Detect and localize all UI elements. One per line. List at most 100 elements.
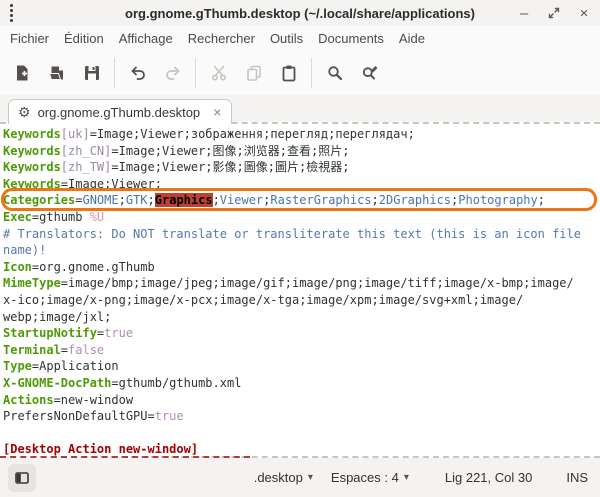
cut-button[interactable] <box>201 56 236 90</box>
code-token: Keywords <box>3 160 61 174</box>
code-token: ; <box>372 193 379 207</box>
code-token: Terminal <box>3 343 61 357</box>
gedit-window: org.gnome.gThumb.desktop (~/.local/share… <box>0 0 600 497</box>
code-token: GTK <box>126 193 148 207</box>
code-token: = <box>61 343 68 357</box>
code-token: ; <box>213 193 220 207</box>
toolbar-separator <box>114 58 115 88</box>
code-token: name)! <box>3 243 46 257</box>
code-token: =gthumb/gthumb.xml <box>111 376 241 390</box>
cursor-position: Lig 221, Col 30 <box>445 470 532 485</box>
code-token: [Desktop Action new-window] <box>3 442 198 456</box>
cut-icon <box>210 64 228 82</box>
tab-width-label: Espaces : 4 <box>331 470 399 485</box>
code-line: name)! <box>3 242 600 259</box>
code-token: =org.gnome.gThumb <box>32 260 155 274</box>
toolbar-separator <box>311 58 312 88</box>
desktop-file-icon: ⚙ <box>18 105 31 119</box>
save-icon <box>83 64 101 82</box>
code-line: Categories=GNOME;GTK;Graphics;Viewer;Ras… <box>3 192 600 209</box>
code-line: Keywords[zh_TW]=Image;Viewer;影像;圖像;圖片;檢視… <box>3 159 600 176</box>
code-token: =Image;Viewer;影像;圖像;圖片;檢視器; <box>111 160 349 174</box>
code-line: # Translators: Do NOT translate or trans… <box>3 226 600 243</box>
code-token: StartupNotify <box>3 326 97 340</box>
redo-button[interactable] <box>155 56 190 90</box>
code-token: [zh_TW] <box>61 160 112 174</box>
side-panel-toggle-button[interactable] <box>8 464 36 492</box>
code-token: Actions <box>3 393 54 407</box>
menu-outils[interactable]: Outils <box>270 31 303 46</box>
open-document-button[interactable] <box>39 56 74 90</box>
restore-button[interactable] <box>546 5 562 21</box>
code-token: =Application <box>32 359 119 373</box>
code-token: false <box>68 343 104 357</box>
code-line: PrefersNonDefaultGPU=true <box>3 408 600 425</box>
find-button[interactable] <box>317 56 352 90</box>
code-line: Keywords=Image;Viewer; <box>3 176 600 193</box>
menu-aide[interactable]: Aide <box>399 31 425 46</box>
code-token: Exec <box>3 210 32 224</box>
new-document-button[interactable] <box>4 56 39 90</box>
code-token: =image/bmp;image/jpeg;image/gif;image/pn… <box>61 276 574 290</box>
chevron-down-icon: ▾ <box>404 472 409 483</box>
close-button[interactable]: × <box>576 5 592 21</box>
code-line: StartupNotify=true <box>3 325 600 342</box>
minimize-button[interactable]: – <box>516 5 532 21</box>
code-token: GNOME <box>82 193 118 207</box>
code-token: %U <box>90 210 104 224</box>
tab-width-selector[interactable]: Espaces : 4 ▾ <box>331 470 409 485</box>
code-line: X-GNOME-DocPath=gthumb/gthumb.xml <box>3 375 600 392</box>
copy-icon <box>245 64 263 82</box>
paste-button[interactable] <box>271 56 306 90</box>
code-token: 2DGraphics <box>379 193 451 207</box>
chevron-down-icon: ▾ <box>308 472 313 483</box>
code-line: Actions=new-window <box>3 392 600 409</box>
tab-close-icon[interactable]: × <box>213 105 221 119</box>
tabbar: ⚙ org.gnome.gThumb.desktop × <box>0 95 600 122</box>
undo-icon <box>129 64 147 82</box>
menu-affichage[interactable]: Affichage <box>119 31 173 46</box>
menu-documents[interactable]: Documents <box>318 31 384 46</box>
open-document-icon <box>48 64 66 82</box>
code-token: Keywords <box>3 127 61 141</box>
new-document-icon <box>13 64 31 82</box>
code-token: webp;image/jxl; <box>3 310 111 324</box>
code-token: true <box>155 409 184 423</box>
code-token: [uk] <box>61 127 90 141</box>
tab-label: org.gnome.gThumb.desktop <box>38 105 201 120</box>
tab-org-gnome-gthumb-desktop[interactable]: ⚙ org.gnome.gThumb.desktop × <box>8 99 232 124</box>
text-editor[interactable]: Keywords[uk]=Image;Viewer;зображення;пер… <box>0 122 600 458</box>
filetype-selector[interactable]: .desktop ▾ <box>254 470 313 485</box>
code-token: Icon <box>3 260 32 274</box>
code-line: Type=Application <box>3 358 600 375</box>
copy-button[interactable] <box>236 56 271 90</box>
undo-button[interactable] <box>120 56 155 90</box>
toolbar <box>0 51 600 95</box>
code-token: x-ico;image/x-png;image/x-pcx;image/x-tg… <box>3 293 523 307</box>
code-token: =new-window <box>54 393 133 407</box>
code-token: Keywords <box>3 177 61 191</box>
search-match-highlight: Graphics <box>155 193 213 207</box>
code-line <box>3 425 600 442</box>
code-line: MimeType=image/bmp;image/jpeg;image/gif;… <box>3 275 600 292</box>
code-token: PrefersNonDefaultGPU= <box>3 409 155 423</box>
titlebar: org.gnome.gThumb.desktop (~/.local/share… <box>0 0 600 26</box>
code-line: Exec=gthumb %U <box>3 209 600 226</box>
code-token: Categories <box>3 193 75 207</box>
insert-mode-indicator[interactable]: INS <box>566 470 588 485</box>
menu-fichier[interactable]: Fichier <box>10 31 49 46</box>
code-line: Icon=org.gnome.gThumb <box>3 259 600 276</box>
menu-rechercher[interactable]: Rechercher <box>188 31 255 46</box>
crop-tear-line <box>0 456 600 458</box>
save-document-button[interactable] <box>74 56 109 90</box>
window-menu-icon[interactable] <box>10 4 26 22</box>
code-token: ; <box>538 193 545 207</box>
code-line: Keywords[uk]=Image;Viewer;зображення;пер… <box>3 126 600 143</box>
code-token: # Translators: Do NOT translate or trans… <box>3 227 581 241</box>
restore-icon <box>547 6 561 20</box>
menu-édition[interactable]: Édition <box>64 31 104 46</box>
window-title: org.gnome.gThumb.desktop (~/.local/share… <box>0 6 600 21</box>
code-line: x-ico;image/x-png;image/x-pcx;image/x-tg… <box>3 292 600 309</box>
find-and-replace-button[interactable] <box>352 56 387 90</box>
side-panel-icon <box>14 470 30 486</box>
